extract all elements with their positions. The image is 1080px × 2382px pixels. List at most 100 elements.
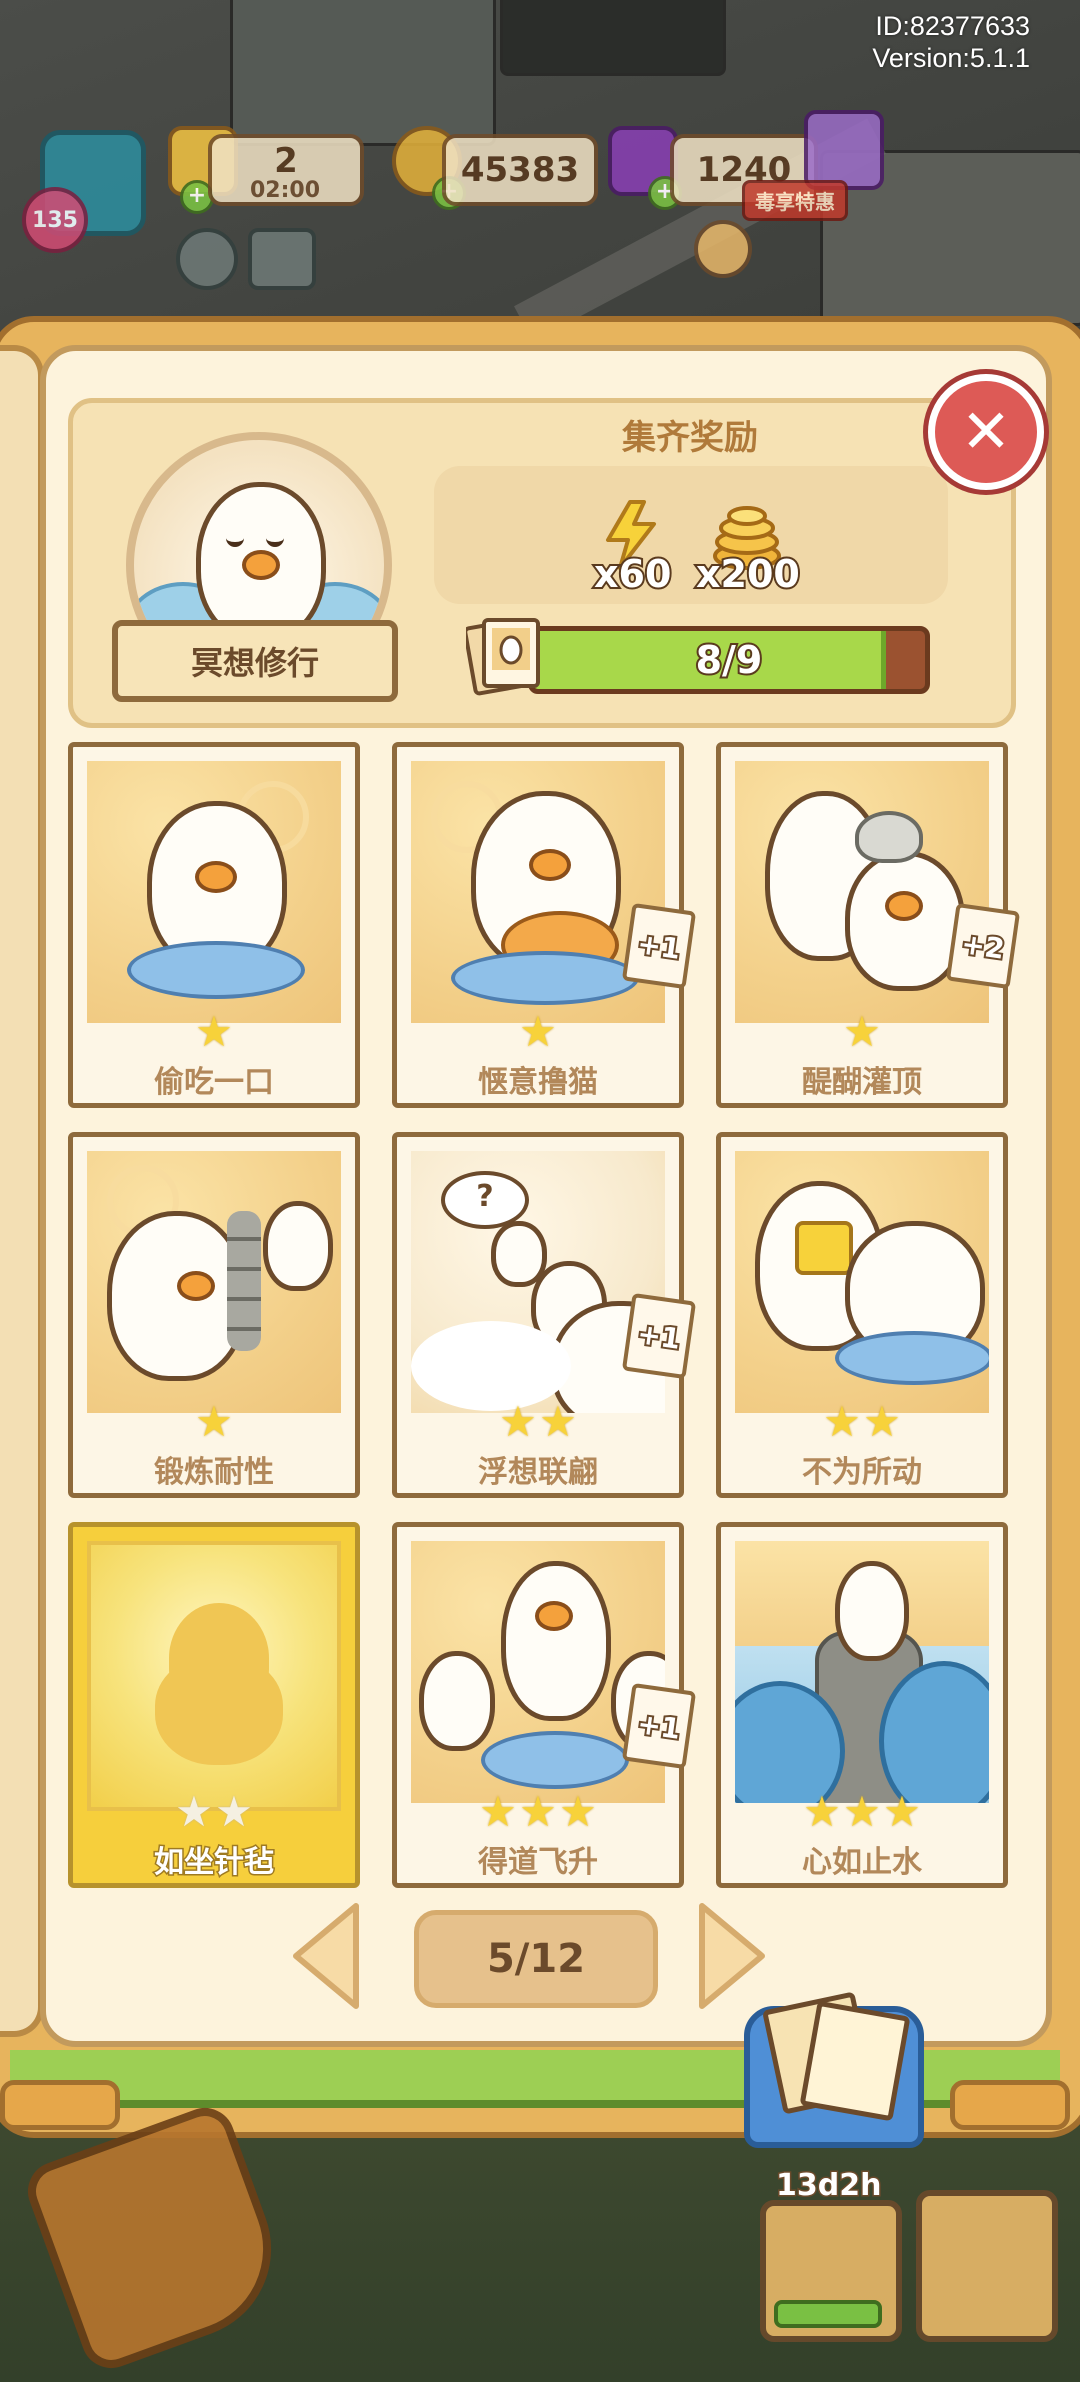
cushion — [451, 951, 639, 1005]
card-art: ? — [411, 1151, 665, 1413]
energy-timer: 02:00 — [250, 178, 321, 203]
star-rating: ★ — [73, 1007, 355, 1056]
card-art — [411, 761, 665, 1023]
version-label: Version:5.1.1 — [872, 43, 1030, 73]
teapot-illustration — [855, 811, 923, 863]
small-duck-illustration — [419, 1651, 495, 1751]
star-icon: ★ — [195, 1007, 233, 1056]
event-timer: 13d2h — [774, 2167, 882, 2205]
gift-shop-icon[interactable] — [804, 110, 884, 190]
card-art — [735, 1541, 989, 1803]
card-slot[interactable]: +2 ★ 醍醐灌顶 — [716, 742, 1021, 1108]
card-pack-button[interactable] — [744, 1991, 924, 2148]
star-rating: ★ ★ — [721, 1401, 1003, 1443]
star-rating: ★ — [721, 1007, 1003, 1056]
card-slot[interactable]: +1 ★ ★ ★ 得道飞升 — [392, 1522, 697, 1888]
card-art — [735, 1151, 989, 1413]
energy-value: 2 — [274, 141, 298, 181]
close-icon: ✕ — [960, 397, 1012, 467]
star-icon: ★ — [803, 1787, 841, 1836]
duck-beak — [242, 550, 280, 580]
duck-silhouette — [155, 1655, 283, 1765]
next-page-button[interactable] — [694, 1900, 768, 2012]
card-title: 心如止水 — [802, 1845, 922, 1880]
card-art — [411, 1541, 665, 1803]
star-icon: ★ — [479, 1787, 517, 1836]
duck-beak — [195, 861, 237, 893]
star-icon: ★ — [843, 1787, 881, 1836]
card-title: 如坐针毡 — [153, 1844, 276, 1882]
album-progress-mini-bar — [774, 2300, 882, 2328]
duck-illustration — [107, 1211, 247, 1381]
card-title: 得道飞升 — [478, 1845, 598, 1880]
card-title: 偷吃一口 — [154, 1065, 274, 1100]
duck-beak — [535, 1601, 573, 1631]
reward-coins-amount: x200 — [694, 550, 802, 598]
set-name-ribbon: 冥想修行 — [112, 620, 398, 702]
building — [230, 0, 496, 146]
duplicate-count-badge: +2 — [945, 902, 1021, 990]
previous-page-button[interactable] — [290, 1900, 364, 2012]
star-icon: ★ — [519, 1787, 557, 1836]
duck-beak — [885, 891, 923, 921]
cushion — [127, 941, 305, 999]
card-slot[interactable]: ★ ★ ★ 心如止水 — [716, 1522, 1008, 1888]
star-icon: ★ — [519, 1007, 557, 1056]
star-icon: ★ — [883, 1787, 921, 1836]
build-info: ID:82377633 Version:5.1.1 — [872, 10, 1030, 74]
card-stack-icon — [466, 618, 540, 696]
card-title: 锻炼耐性 — [154, 1455, 274, 1490]
close-button[interactable]: ✕ — [928, 374, 1044, 490]
star-rating: ★ ★ ★ — [721, 1787, 1003, 1836]
duplicate-count-badge: +1 — [621, 1682, 697, 1770]
book-corner-left — [0, 2080, 120, 2130]
card-art — [735, 761, 989, 1023]
card-pack-icon — [799, 2000, 911, 2122]
star-rating: ★ ★ — [397, 1397, 679, 1446]
card-slot[interactable]: +1 ★ 惬意撸猫 — [392, 742, 697, 1108]
small-duck-illustration — [263, 1201, 333, 1291]
gift-icon[interactable] — [694, 220, 752, 278]
levitating-duck — [501, 1561, 611, 1721]
page-label: 5/12 — [486, 1936, 586, 1982]
card-slot-locked[interactable]: ★ ★ 如坐针毡 — [68, 1522, 360, 1888]
cushion — [835, 1331, 989, 1385]
star-icon: ★ — [559, 1787, 597, 1836]
star-icon: ★ — [499, 1397, 537, 1446]
card-slot[interactable]: ? +1 ★ ★ 浮想联翩 — [392, 1132, 697, 1498]
star-rating: ★ — [73, 1397, 355, 1446]
card-slot[interactable]: ★ ★ 不为所动 — [716, 1132, 1008, 1498]
building — [500, 0, 726, 76]
book-spine — [0, 345, 44, 2037]
reward-panel — [434, 466, 948, 604]
duck-beak — [529, 849, 571, 881]
card-title: 惬意撸猫 — [478, 1065, 598, 1100]
book-corner-right — [950, 2080, 1070, 2130]
card-title: 浮想联翩 — [478, 1455, 598, 1490]
duplicate-count-badge: +1 — [621, 902, 697, 990]
card-title: 不为所动 — [802, 1455, 922, 1490]
card-slot[interactable]: ★ 锻炼耐性 — [68, 1132, 360, 1498]
friends-button[interactable] — [916, 2190, 1058, 2342]
coins-counter: 45383 — [442, 134, 598, 206]
coins-value: 45383 — [460, 150, 580, 190]
star-icon: ★ — [195, 1397, 233, 1446]
mail-icon[interactable] — [248, 228, 316, 290]
duck-beak — [177, 1271, 215, 1301]
cheese-illustration — [795, 1221, 853, 1275]
card-art — [87, 1151, 341, 1413]
promo-badge[interactable]: 毒享特惠 — [742, 180, 848, 221]
card-art-silhouette — [87, 1541, 341, 1811]
progress-text: 8/9 — [694, 636, 765, 684]
star-rating: ★ ★ ★ — [397, 1787, 679, 1836]
card-title: 醍醐灌顶 — [802, 1065, 922, 1100]
star-icon: ★ — [843, 1007, 881, 1056]
star-rating: ★ ★ — [73, 1791, 355, 1833]
card-slot[interactable]: ★ 偷吃一口 — [68, 742, 360, 1108]
settings-gear-icon[interactable] — [176, 228, 238, 290]
stone-stack-illustration — [227, 1211, 261, 1351]
star-rating: ★ — [397, 1007, 679, 1056]
player-id: ID:82377633 — [875, 11, 1030, 41]
star-icon: ★ — [539, 1397, 577, 1446]
card-art — [87, 761, 341, 1023]
